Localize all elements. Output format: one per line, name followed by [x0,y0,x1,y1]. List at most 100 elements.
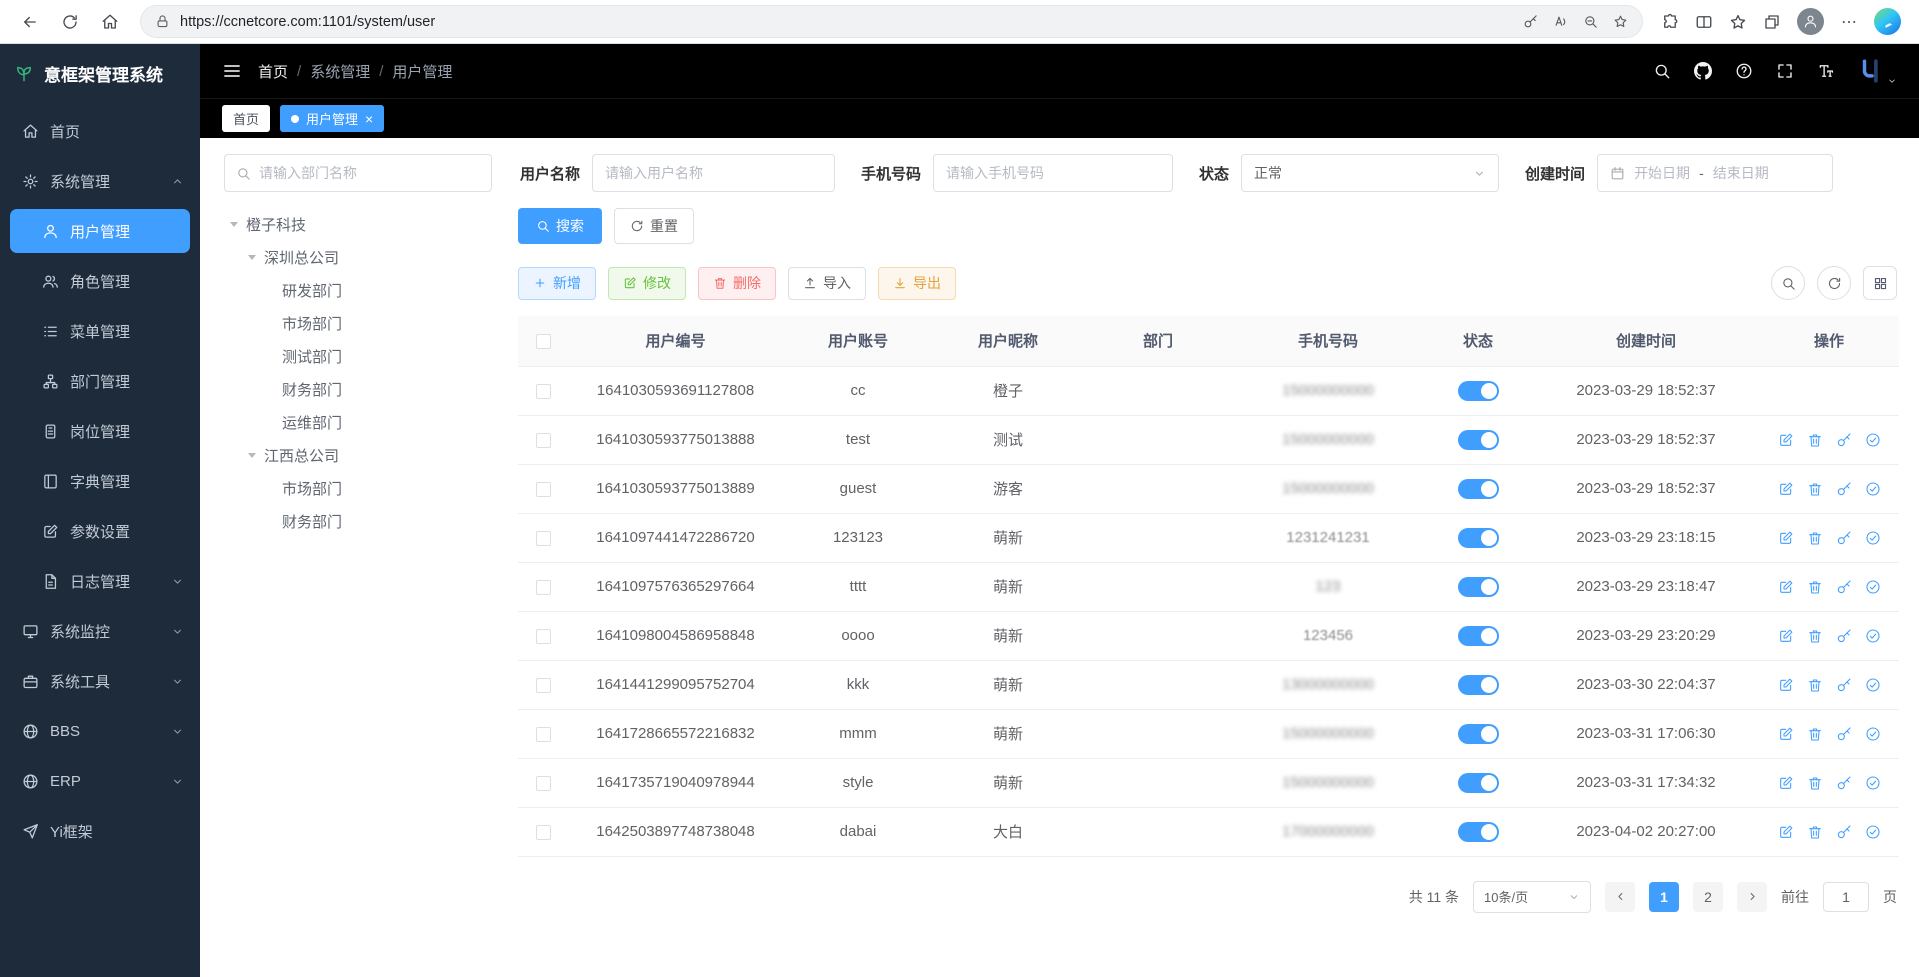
sidebar-item-menu-management[interactable]: 菜单管理 [0,306,200,356]
tree-node[interactable]: 市场部门 [224,307,492,340]
favorites-bar-icon[interactable] [1729,13,1747,31]
status-toggle[interactable] [1458,381,1499,401]
username-filter-input[interactable] [592,154,835,192]
column-settings-button[interactable] [1863,266,1897,300]
status-toggle[interactable] [1458,430,1499,450]
refresh-button[interactable] [54,6,86,38]
reset-password-icon[interactable] [1836,726,1852,742]
reset-password-icon[interactable] [1836,677,1852,693]
profile-avatar[interactable] [1797,8,1824,35]
assign-role-icon[interactable] [1865,579,1881,595]
assign-role-icon[interactable] [1865,775,1881,791]
delete-user-icon[interactable] [1807,628,1823,644]
reset-password-icon[interactable] [1836,579,1852,595]
tree-node[interactable]: 江西总公司 [224,439,492,472]
back-button[interactable] [14,6,46,38]
assign-role-icon[interactable] [1865,726,1881,742]
delete-user-icon[interactable] [1807,481,1823,497]
tab-home[interactable]: 首页 [222,105,270,132]
tree-node[interactable]: 市场部门 [224,472,492,505]
import-button[interactable]: 导入 [788,267,866,300]
status-toggle[interactable] [1458,577,1499,597]
close-tab-icon[interactable]: × [365,112,373,126]
row-checkbox[interactable] [536,776,551,791]
page-size-select[interactable]: 10条/页 [1473,881,1591,913]
status-toggle[interactable] [1458,822,1499,842]
assign-role-icon[interactable] [1865,628,1881,644]
extensions-icon[interactable] [1661,13,1679,31]
edit-user-icon[interactable] [1778,432,1794,448]
reset-password-icon[interactable] [1836,432,1852,448]
reset-password-icon[interactable] [1836,628,1852,644]
reset-password-icon[interactable] [1836,775,1852,791]
search-icon[interactable] [1653,62,1671,80]
favorite-star-icon[interactable] [1613,14,1628,29]
more-options-icon[interactable] [1840,13,1858,31]
page-button-1[interactable]: 1 [1649,882,1679,912]
row-checkbox[interactable] [536,580,551,595]
row-checkbox[interactable] [536,629,551,644]
read-aloud-icon[interactable] [1553,14,1568,29]
status-toggle[interactable] [1458,773,1499,793]
sidebar-item-log-management[interactable]: 日志管理 [0,556,200,606]
caret-down-icon[interactable] [230,222,238,227]
sidebar-item-system-management[interactable]: 系统管理 [0,156,200,206]
sidebar-item-param-settings[interactable]: 参数设置 [0,506,200,556]
sidebar-item-erp[interactable]: ERP [0,756,200,806]
select-all-checkbox[interactable] [536,334,551,349]
search-button[interactable]: 搜索 [518,208,602,244]
help-icon[interactable] [1735,62,1753,80]
export-button[interactable]: 导出 [878,267,956,300]
fullscreen-icon[interactable] [1776,62,1794,80]
goto-page-input[interactable] [1823,882,1869,912]
sidebar-item-bbs[interactable]: BBS [0,706,200,756]
reset-button[interactable]: 重置 [614,208,694,244]
status-toggle[interactable] [1458,626,1499,646]
reset-password-icon[interactable] [1836,481,1852,497]
edit-user-icon[interactable] [1778,579,1794,595]
status-toggle[interactable] [1458,528,1499,548]
edit-user-icon[interactable] [1778,775,1794,791]
collapse-sidebar-button[interactable] [222,61,242,81]
bing-copilot-icon[interactable] [1874,8,1901,35]
delete-user-icon[interactable] [1807,824,1823,840]
sidebar-item-user-management[interactable]: 用户管理 [10,209,190,253]
yi-logo[interactable] [1858,58,1897,84]
assign-role-icon[interactable] [1865,824,1881,840]
delete-user-icon[interactable] [1807,775,1823,791]
split-screen-icon[interactable] [1695,13,1713,31]
sidebar-item-dept-management[interactable]: 部门管理 [0,356,200,406]
tree-node[interactable]: 深圳总公司 [224,241,492,274]
row-checkbox[interactable] [536,825,551,840]
row-checkbox[interactable] [536,531,551,546]
tab-user-management[interactable]: 用户管理 × [280,105,384,132]
tree-node[interactable]: 测试部门 [224,340,492,373]
row-checkbox[interactable] [536,482,551,497]
page-button-2[interactable]: 2 [1693,882,1723,912]
status-toggle[interactable] [1458,675,1499,695]
row-checkbox[interactable] [536,727,551,742]
edit-user-icon[interactable] [1778,677,1794,693]
sidebar-item-system-monitor[interactable]: 系统监控 [0,606,200,656]
sidebar-item-yi-framework[interactable]: Yi框架 [0,806,200,856]
add-user-button[interactable]: 新增 [518,267,596,300]
tree-node[interactable]: 运维部门 [224,406,492,439]
refresh-table-button[interactable] [1817,266,1851,300]
reset-password-icon[interactable] [1836,530,1852,546]
delete-user-icon[interactable] [1807,432,1823,448]
sidebar-item-post-management[interactable]: 岗位管理 [0,406,200,456]
font-size-icon[interactable] [1817,62,1835,80]
edit-user-button[interactable]: 修改 [608,267,686,300]
edit-user-icon[interactable] [1778,481,1794,497]
status-toggle[interactable] [1458,479,1499,499]
breadcrumb-home[interactable]: 首页 [258,61,288,82]
reset-password-icon[interactable] [1836,824,1852,840]
delete-user-icon[interactable] [1807,579,1823,595]
tree-node[interactable]: 财务部门 [224,373,492,406]
sidebar-item-home[interactable]: 首页 [0,106,200,156]
sidebar-item-dict-management[interactable]: 字典管理 [0,456,200,506]
sidebar-item-system-tools[interactable]: 系统工具 [0,656,200,706]
delete-user-icon[interactable] [1807,530,1823,546]
row-checkbox[interactable] [536,384,551,399]
show-search-button[interactable] [1771,266,1805,300]
